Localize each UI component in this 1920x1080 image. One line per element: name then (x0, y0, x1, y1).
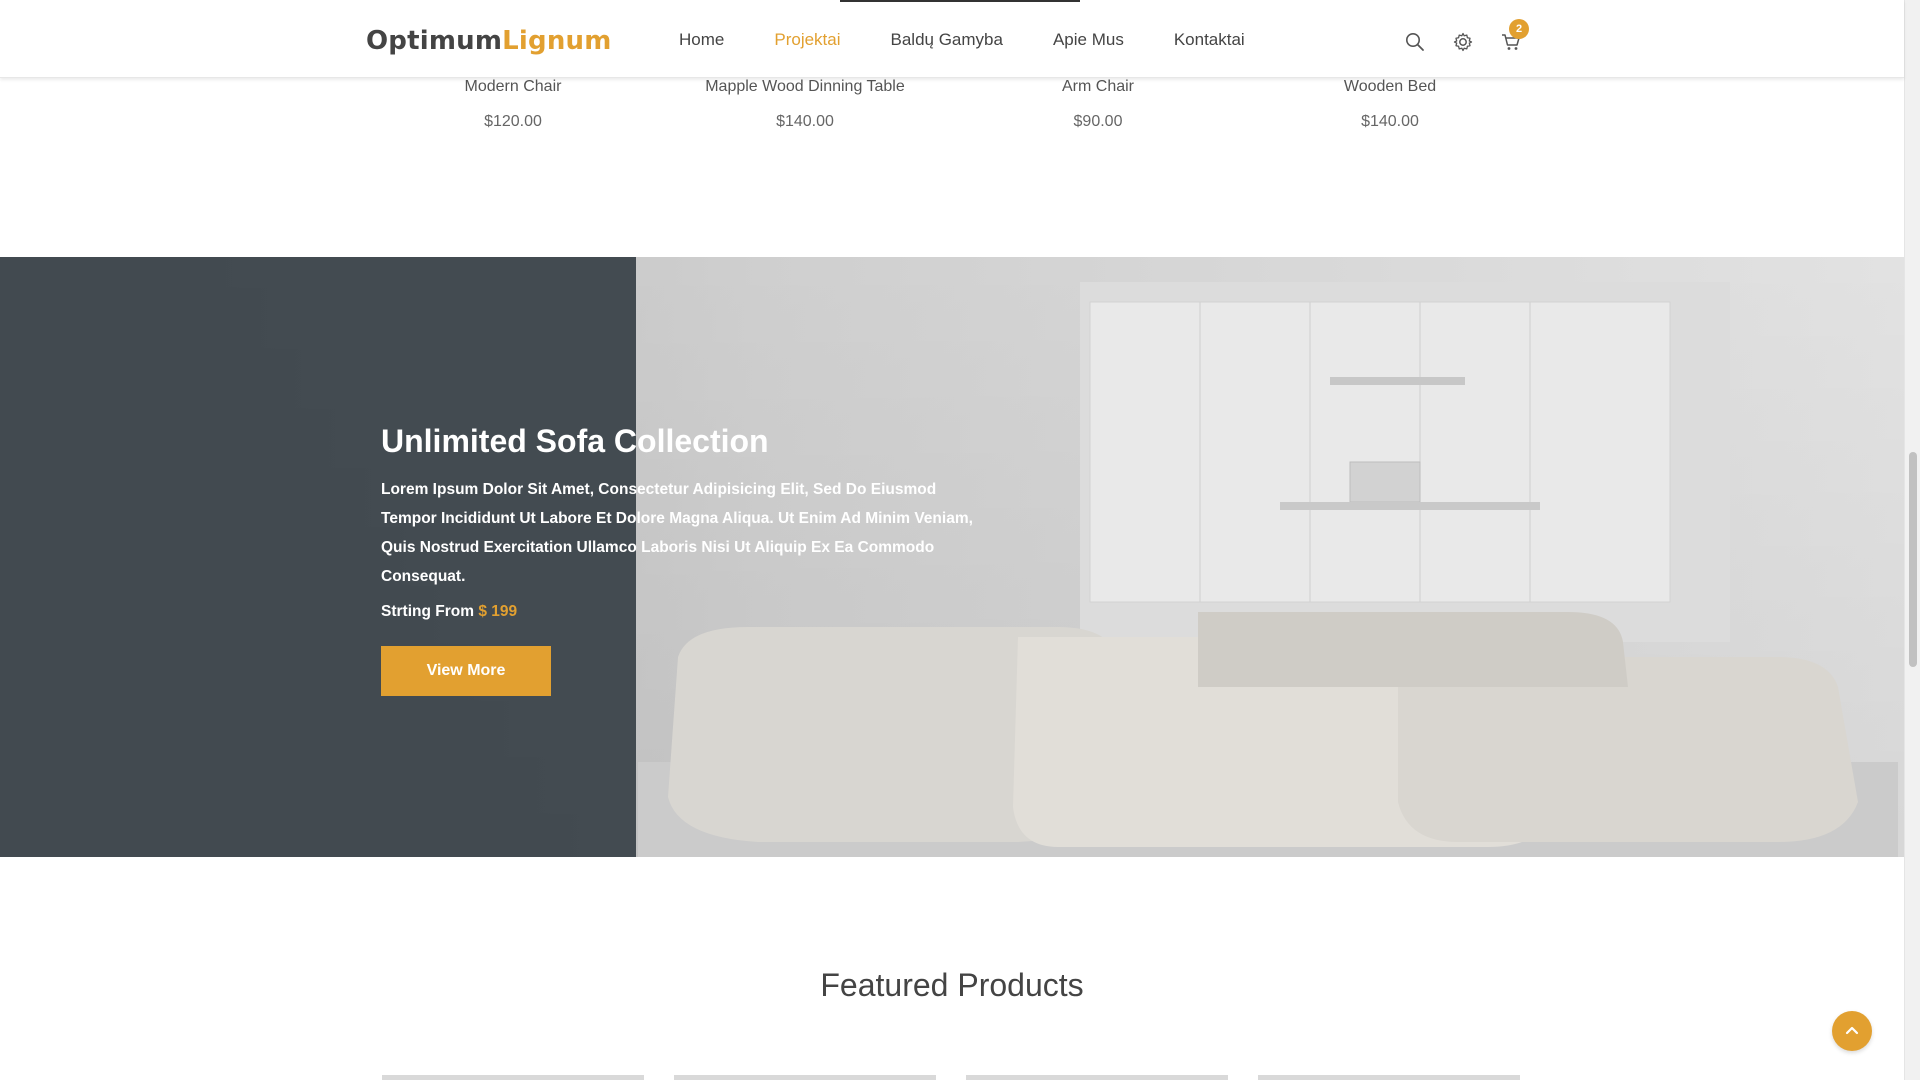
product-price: $140.00 (1361, 113, 1419, 130)
chevron-up-icon (1845, 1026, 1859, 1035)
header-icons: 2 (1403, 19, 1529, 54)
cart-icon[interactable]: 2 (1499, 19, 1529, 54)
hero-price-prefix: Strting From (381, 603, 474, 620)
hero-price-line: Strting From $ 199 (381, 603, 1021, 621)
back-to-top-button[interactable] (1832, 1011, 1872, 1051)
scrollbar-thumb[interactable] (1909, 452, 1917, 667)
kitchen-illustration (1080, 282, 1730, 642)
product-name[interactable]: Modern Chair (382, 77, 644, 97)
product-strip: Modern Chair $120.00 Mapple Wood Dinning… (0, 77, 1904, 137)
product-price: $90.00 (1073, 113, 1123, 130)
featured-products-title: Featured Products (820, 967, 1084, 1003)
logo-accent-text: Lignum (502, 26, 612, 56)
hero-banner: Unlimited Sofa Collection Lorem Ipsum Do… (0, 257, 1904, 857)
search-icon[interactable] (1403, 30, 1427, 54)
gear-icon[interactable] (1451, 30, 1475, 54)
product-name[interactable]: Arm Chair (967, 77, 1229, 97)
nav-item-home[interactable]: Home (679, 30, 724, 50)
product-price: $140.00 (776, 113, 834, 130)
featured-product-thumbnail[interactable] (382, 1075, 644, 1080)
view-more-button[interactable]: View More (381, 646, 551, 696)
nav-item-kontaktai[interactable]: Kontaktai (1174, 30, 1245, 50)
logo-main-text: Optimum (366, 26, 503, 56)
nav-item-baldu-gamyba[interactable]: Baldų Gamyba (891, 30, 1003, 50)
logo[interactable]: OptimumLignum (366, 26, 612, 56)
hero-price-value: $ 199 (478, 603, 518, 620)
page: OptimumLignum Home Projektai Baldų Gamyb… (0, 0, 1920, 1080)
top-divider-line (840, 0, 1080, 2)
product-name[interactable]: Wooden Bed (1259, 77, 1521, 97)
hero-content: Unlimited Sofa Collection Lorem Ipsum Do… (381, 422, 1021, 696)
product-card[interactable]: Wooden Bed $140.00 (1259, 77, 1521, 132)
nav-item-apie-mus[interactable]: Apie Mus (1053, 30, 1124, 50)
featured-product-thumbnail[interactable] (674, 1075, 936, 1080)
product-card[interactable]: Modern Chair $120.00 (382, 77, 644, 132)
page-scrollbar[interactable] (1904, 0, 1920, 1080)
featured-product-thumbnail[interactable] (1258, 1075, 1520, 1080)
product-price: $120.00 (484, 113, 542, 130)
main-nav: Home Projektai Baldų Gamyba Apie Mus Kon… (679, 30, 1245, 50)
nav-item-projektai[interactable]: Projektai (774, 30, 840, 50)
hero-description: Lorem Ipsum Dolor Sit Amet, Consectetur … (381, 481, 973, 585)
product-card[interactable]: Arm Chair $90.00 (967, 77, 1229, 132)
product-name[interactable]: Mapple Wood Dinning Table (674, 77, 936, 97)
featured-product-thumbnail[interactable] (966, 1075, 1228, 1080)
hero-title: Unlimited Sofa Collection (381, 423, 769, 459)
product-card[interactable]: Mapple Wood Dinning Table $140.00 (674, 77, 936, 132)
featured-products-row (382, 1075, 1520, 1080)
site-header: OptimumLignum Home Projektai Baldų Gamyb… (0, 0, 1904, 78)
cart-count-badge: 2 (1509, 19, 1529, 39)
